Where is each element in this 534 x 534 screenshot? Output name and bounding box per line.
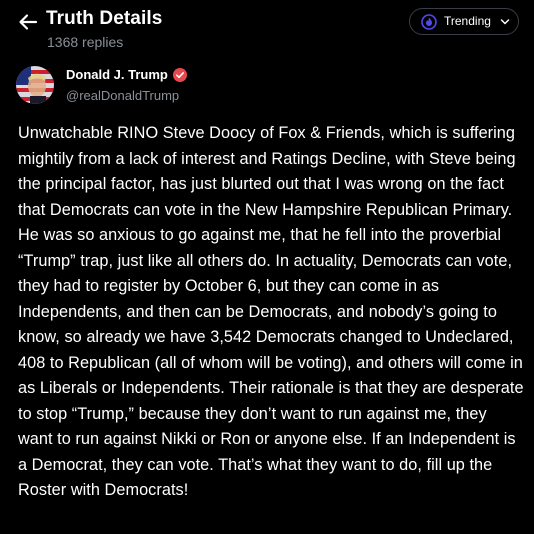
reply-count: 1368 replies	[47, 34, 124, 50]
post-author: Donald J. Trump @realDonaldTrump	[0, 58, 534, 108]
arrow-left-icon	[19, 14, 38, 30]
flame-icon	[421, 14, 437, 30]
author-name-text: Donald J. Trump	[66, 67, 168, 82]
trending-label: Trending	[444, 14, 491, 28]
author-name[interactable]: Donald J. Trump	[66, 67, 187, 82]
avatar-image	[16, 66, 54, 104]
avatar[interactable]	[16, 66, 54, 104]
back-button[interactable]	[16, 10, 40, 34]
page-header: Truth Details 1368 replies Trending	[0, 0, 534, 56]
chevron-down-icon	[500, 19, 510, 25]
author-handle[interactable]: @realDonaldTrump	[66, 88, 179, 103]
verified-badge-icon	[172, 67, 187, 82]
page-title: Truth Details	[46, 8, 163, 29]
trending-dropdown-button[interactable]: Trending	[409, 8, 519, 35]
post-text: Unwatchable RINO Steve Doocy of Fox & Fr…	[18, 124, 524, 499]
